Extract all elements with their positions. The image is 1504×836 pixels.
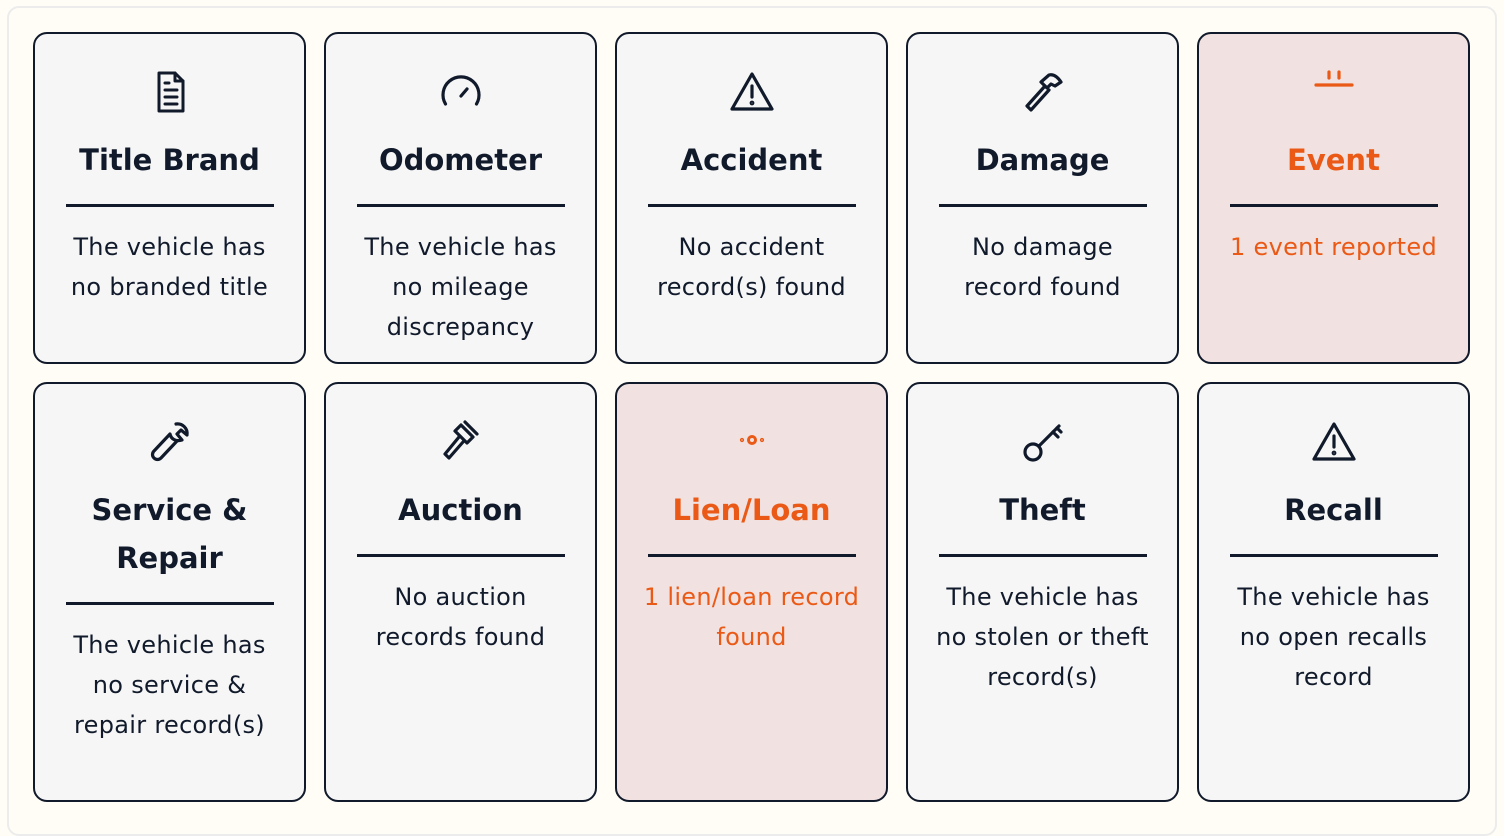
card-title: Odometer: [356, 136, 565, 207]
card-odometer[interactable]: Odometer The vehicle has no mileage disc…: [324, 32, 597, 364]
card-service-repair[interactable]: Service & Repair The vehicle has no serv…: [33, 382, 306, 802]
card-lien-loan[interactable]: Lien/Loan 1 lien/loan record found: [615, 382, 888, 802]
card-description: No auction records found: [375, 583, 546, 651]
card-theft[interactable]: Theft The vehicle has no stolen or theft…: [906, 382, 1179, 802]
event-icon: [1310, 68, 1358, 116]
card-title: Event: [1229, 136, 1438, 207]
gavel-icon: [437, 418, 485, 466]
history-summary-grid: Title Brand The vehicle has no branded t…: [33, 32, 1470, 802]
lien-icon: [728, 418, 776, 466]
card-description: The vehicle has no stolen or theft recor…: [936, 583, 1149, 691]
card-description: No accident record(s) found: [657, 233, 846, 301]
card-description: The vehicle has no mileage discrepancy: [364, 233, 557, 341]
warning-icon: [728, 68, 776, 116]
hammer-icon: [1019, 68, 1067, 116]
card-description: 1 event reported: [1230, 233, 1437, 261]
card-auction[interactable]: Auction No auction records found: [324, 382, 597, 802]
card-title: Recall: [1229, 486, 1438, 557]
card-recall[interactable]: Recall The vehicle has no open recalls r…: [1197, 382, 1470, 802]
card-description: The vehicle has no service & repair reco…: [73, 631, 266, 739]
card-description: The vehicle has no branded title: [70, 233, 269, 301]
card-damage[interactable]: Damage No damage record found: [906, 32, 1179, 364]
card-title: Title Brand: [65, 136, 274, 207]
card-description: No damage record found: [964, 233, 1121, 301]
card-description: The vehicle has no open recalls record: [1237, 583, 1430, 691]
card-title: Service & Repair: [65, 486, 274, 605]
document-icon: [146, 68, 194, 116]
card-event[interactable]: Event 1 event reported: [1197, 32, 1470, 364]
card-title: Accident: [647, 136, 856, 207]
card-title: Lien/Loan: [647, 486, 856, 557]
card-title: Damage: [938, 136, 1147, 207]
card-title: Theft: [938, 486, 1147, 557]
card-title-brand[interactable]: Title Brand The vehicle has no branded t…: [33, 32, 306, 364]
card-accident[interactable]: Accident No accident record(s) found: [615, 32, 888, 364]
warning-icon: [1310, 418, 1358, 466]
card-description: 1 lien/loan record found: [643, 583, 860, 651]
gauge-icon: [437, 68, 485, 116]
card-title: Auction: [356, 486, 565, 557]
wrench-icon: [146, 418, 194, 466]
key-icon: [1019, 418, 1067, 466]
